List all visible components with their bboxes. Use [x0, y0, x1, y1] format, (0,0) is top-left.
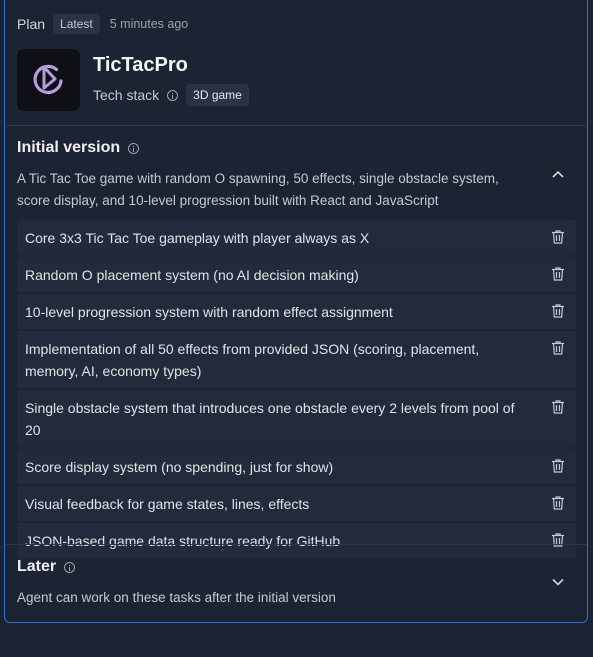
task-item: JSON-based game data structure ready for…: [17, 523, 576, 558]
trash-icon[interactable]: [550, 458, 566, 474]
chevron-down-icon[interactable]: [550, 574, 566, 590]
task-text: 10-level progression system with random …: [25, 304, 393, 320]
section-title-initial: Initial version: [17, 139, 121, 156]
later-section-header[interactable]: Later: [17, 558, 76, 576]
initial-section-header[interactable]: Initial version: [17, 139, 140, 157]
task-text: Visual feedback for game states, lines, …: [25, 496, 310, 512]
app-name: TicTacPro: [93, 54, 188, 76]
info-icon[interactable]: [167, 89, 179, 101]
initial-description: A Tic Tac Toe game with random O spawnin…: [17, 171, 499, 208]
trash-icon[interactable]: [550, 495, 566, 511]
timestamp: 5 minutes ago: [109, 17, 189, 31]
trash-icon[interactable]: [550, 303, 566, 319]
task-item: Single obstacle system that introduces o…: [17, 390, 576, 447]
task-text: JSON-based game data structure ready for…: [25, 533, 341, 549]
plan-label: Plan: [17, 16, 46, 32]
app-logo: [17, 49, 80, 111]
chevron-up-icon[interactable]: [550, 166, 566, 182]
trash-icon[interactable]: [550, 399, 566, 415]
task-text: Implementation of all 50 effects from pr…: [25, 341, 480, 379]
task-item: Random O placement system (no AI decisio…: [17, 257, 576, 292]
info-icon[interactable]: [64, 561, 76, 573]
tech-badge: 3D game: [186, 84, 249, 106]
task-item: Implementation of all 50 effects from pr…: [17, 331, 576, 388]
tech-stack-row: Tech stack 3D game: [93, 84, 249, 106]
trash-icon[interactable]: [550, 266, 566, 282]
task-list: Core 3x3 Tic Tac Toe gameplay with playe…: [17, 220, 576, 558]
task-text: Random O placement system (no AI decisio…: [25, 267, 359, 283]
task-item: Core 3x3 Tic Tac Toe gameplay with playe…: [17, 220, 576, 255]
task-item: Visual feedback for game states, lines, …: [17, 486, 576, 521]
divider: [5, 544, 587, 545]
latest-badge: Latest: [53, 14, 100, 34]
trash-icon[interactable]: [550, 340, 566, 356]
task-text: Single obstacle system that introduces o…: [25, 400, 515, 438]
play-circle-logo-icon: [33, 64, 63, 94]
section-title-later: Later: [17, 558, 57, 575]
tech-stack-label: Tech stack: [93, 87, 160, 103]
later-description: Agent can work on these tasks after the …: [17, 590, 336, 605]
plan-panel: Plan Latest 5 minutes ago TicTacPro Tech…: [4, 0, 588, 623]
task-item: Score display system (no spending, just …: [17, 449, 576, 484]
divider: [5, 125, 587, 126]
task-text: Score display system (no spending, just …: [25, 459, 334, 475]
info-icon[interactable]: [128, 142, 140, 154]
plan-header: Plan Latest 5 minutes ago: [17, 13, 188, 35]
trash-icon[interactable]: [550, 229, 566, 245]
task-text: Core 3x3 Tic Tac Toe gameplay with playe…: [25, 230, 370, 246]
trash-icon[interactable]: [550, 532, 566, 548]
task-item: 10-level progression system with random …: [17, 294, 576, 329]
